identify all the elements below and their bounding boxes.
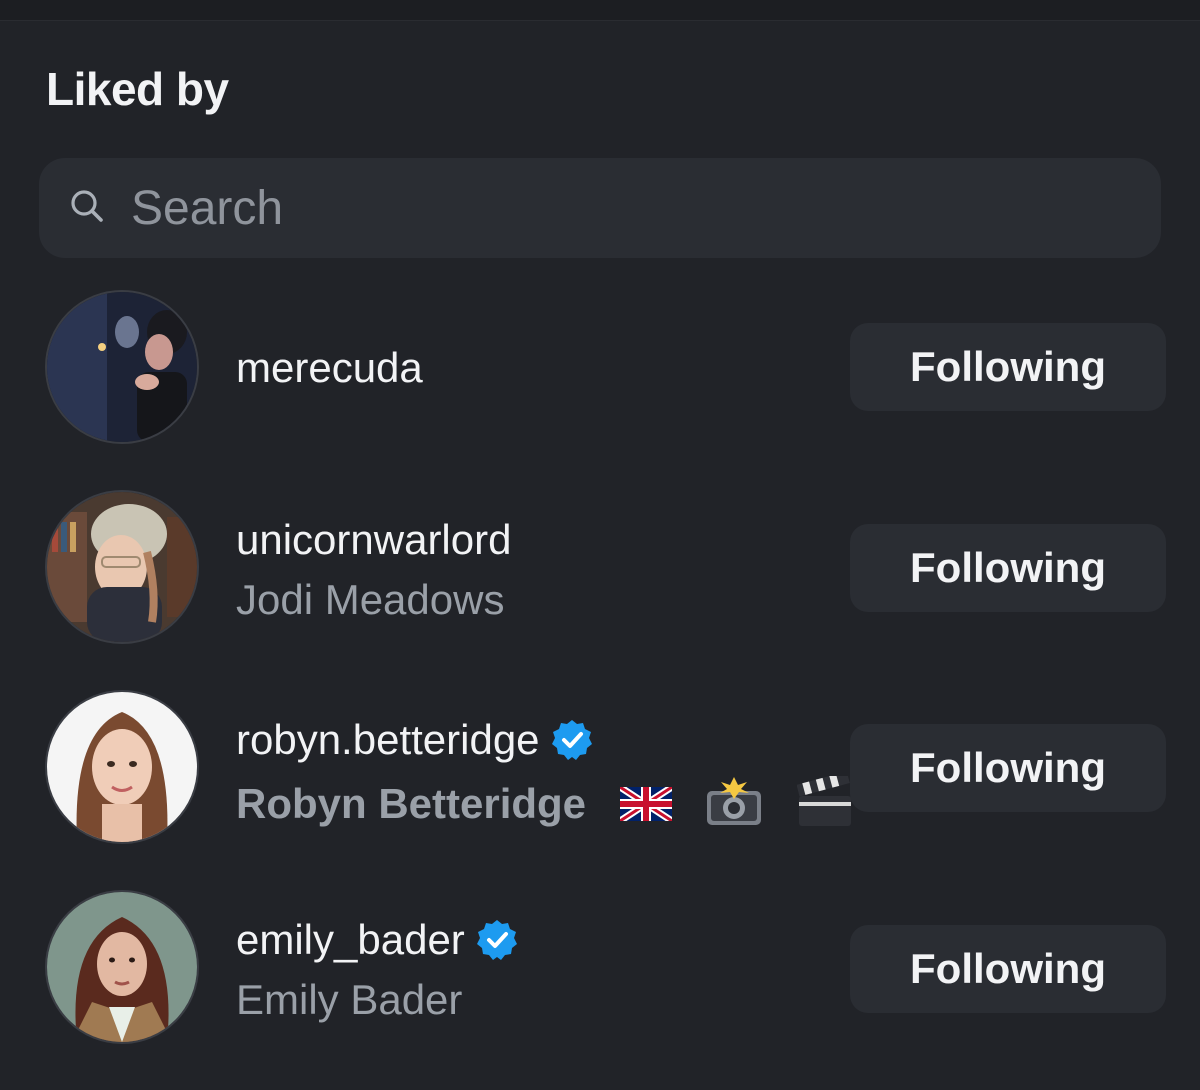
search-input[interactable] (129, 179, 1033, 237)
avatar[interactable] (45, 690, 199, 844)
username[interactable]: emily_bader (236, 916, 519, 964)
following-button[interactable]: Following (850, 925, 1166, 1013)
full-name-line: Robyn Betteridge (236, 771, 853, 838)
username-text[interactable]: robyn.betteridge (236, 716, 540, 764)
clapper-board-icon (796, 771, 853, 838)
following-button[interactable]: Following (850, 724, 1166, 812)
username[interactable]: merecuda (236, 344, 423, 392)
search-icon (67, 186, 107, 231)
full-name: Jodi Meadows (236, 576, 505, 623)
camera-flash-icon (705, 777, 763, 837)
verified-badge-icon (475, 918, 519, 962)
full-name: Emily Bader (236, 976, 463, 1023)
list-item[interactable]: robyn.betteridge Robyn Betteridge Follow… (0, 690, 1200, 890)
following-button[interactable]: Following (850, 524, 1166, 612)
username[interactable]: robyn.betteridge (236, 716, 594, 764)
uk-flag-icon (617, 783, 674, 831)
verified-badge-icon (550, 718, 594, 762)
list-item[interactable]: emily_bader Emily Bader Following (0, 890, 1200, 1090)
list-item[interactable]: merecuda Following (0, 290, 1200, 490)
avatar[interactable] (45, 890, 199, 1044)
avatar[interactable] (45, 290, 199, 444)
search-bar[interactable] (39, 158, 1161, 258)
username-text[interactable]: emily_bader (236, 916, 465, 964)
username[interactable]: unicornwarlord (236, 516, 511, 564)
following-button[interactable]: Following (850, 323, 1166, 411)
avatar[interactable] (45, 490, 199, 644)
top-divider (0, 0, 1200, 21)
page-title: Liked by (46, 63, 229, 115)
list-item[interactable]: unicornwarlord Jodi Meadows Following (0, 490, 1200, 690)
full-name: Robyn Betteridge (236, 780, 587, 828)
